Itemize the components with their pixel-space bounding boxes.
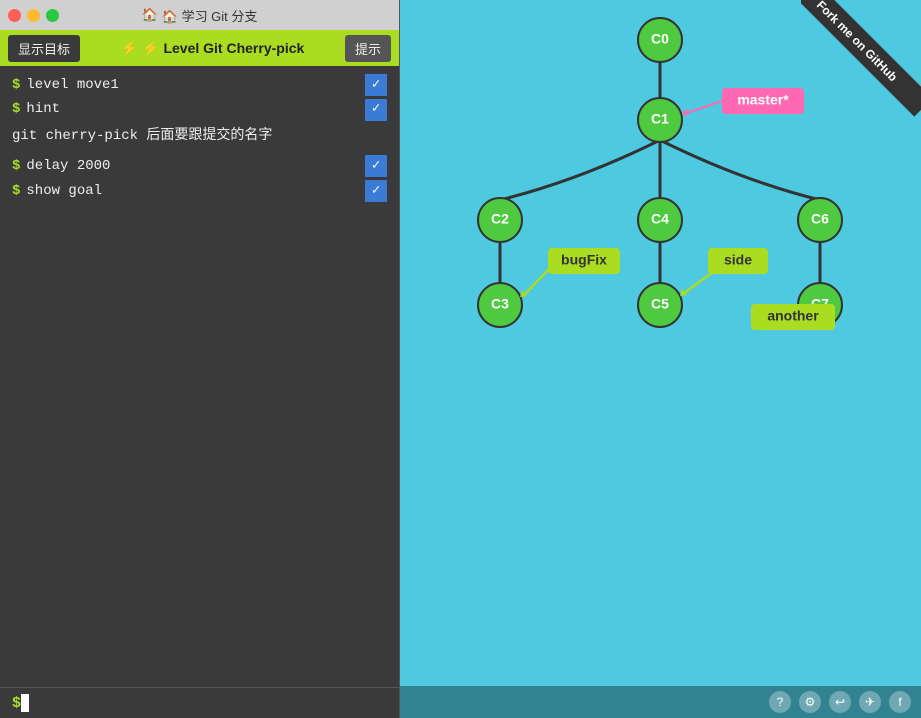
graph-panel: Fork me on GitHub [400,0,921,718]
close-button[interactable] [8,9,21,22]
side-branch-label: side [724,252,752,268]
facebook-icon-btn[interactable]: f [889,691,911,713]
node-C3-label: C3 [491,296,509,312]
undo-icon-btn[interactable]: ↩ [829,691,851,713]
node-C4-label: C4 [651,211,669,227]
level-title-text: ⚡ Level Git Cherry-pick [142,40,304,57]
checkbox-2: ✓ [365,99,387,121]
another-branch-label: another [767,308,819,324]
checkmark-4: ✓ [372,180,380,202]
terminal-window: 🏠 🏠 学习 Git 分支 显示目标 ⚡ ⚡ Level Git Cherry-… [0,0,400,718]
show-goal-button[interactable]: 显示目标 [8,35,80,62]
hint-text: git cherry-pick 后面要跟提交的名字 [12,125,387,147]
share-icon-btn[interactable]: ✈ [859,691,881,713]
maximize-button[interactable] [46,9,59,22]
main-container: 🏠 🏠 学习 Git 分支 显示目标 ⚡ ⚡ Level Git Cherry-… [0,0,921,718]
cmd-1: level move1 [26,74,118,96]
cmd-4: show goal [26,180,102,202]
terminal-content: $ level move1 ✓ $ hint ✓ git cherry-pick… [0,66,399,687]
help-icon-btn[interactable]: ? [769,691,791,713]
node-C2-label: C2 [491,211,509,227]
terminal-line-4: $ show goal ✓ [12,180,387,202]
settings-icon-btn[interactable]: ⚙ [799,691,821,713]
terminal-prompt: $ [12,695,21,712]
terminal-bottom-bar: $ [0,687,399,718]
hint-button[interactable]: 提示 [345,35,391,62]
fork-ribbon[interactable]: Fork me on GitHub [801,0,921,120]
checkbox-4: ✓ [365,180,387,202]
window-title: 🏠 🏠 学习 Git 分支 [142,6,258,25]
bugfix-branch-label: bugFix [561,252,607,268]
checkbox-1: ✓ [365,74,387,96]
terminal-line-3: $ delay 2000 ✓ [12,155,387,177]
terminal-line-2: $ hint ✓ [12,98,387,120]
cmd-3: delay 2000 [26,155,110,177]
master-branch-label: master* [737,92,789,108]
cmd-2: hint [26,98,60,120]
prompt-4: $ [12,180,20,202]
window-titlebar: 🏠 🏠 学习 Git 分支 [0,0,399,30]
level-title: ⚡ ⚡ Level Git Cherry-pick [121,40,305,57]
cursor [21,694,29,712]
checkmark-3: ✓ [372,155,380,177]
home-icon: 🏠 [142,7,158,23]
prompt-2: $ [12,98,20,120]
checkbox-3: ✓ [365,155,387,177]
node-C1-label: C1 [651,111,669,127]
bottom-bar: ? ⚙ ↩ ✈ f [400,686,921,718]
node-C5-label: C5 [651,296,669,312]
level-bar: 显示目标 ⚡ ⚡ Level Git Cherry-pick 提示 [0,30,399,66]
prompt-3: $ [12,155,20,177]
fork-ribbon-text: Fork me on GitHub [801,0,921,117]
title-text: 🏠 学习 Git 分支 [162,6,258,25]
checkmark-1: ✓ [372,74,380,96]
lightning-icon: ⚡ [121,40,138,57]
node-C6-label: C6 [811,211,829,227]
minimize-button[interactable] [27,9,40,22]
checkmark-2: ✓ [372,98,380,120]
prompt-1: $ [12,74,20,96]
node-C0-label: C0 [651,31,669,47]
terminal-line-1: $ level move1 ✓ [12,74,387,96]
